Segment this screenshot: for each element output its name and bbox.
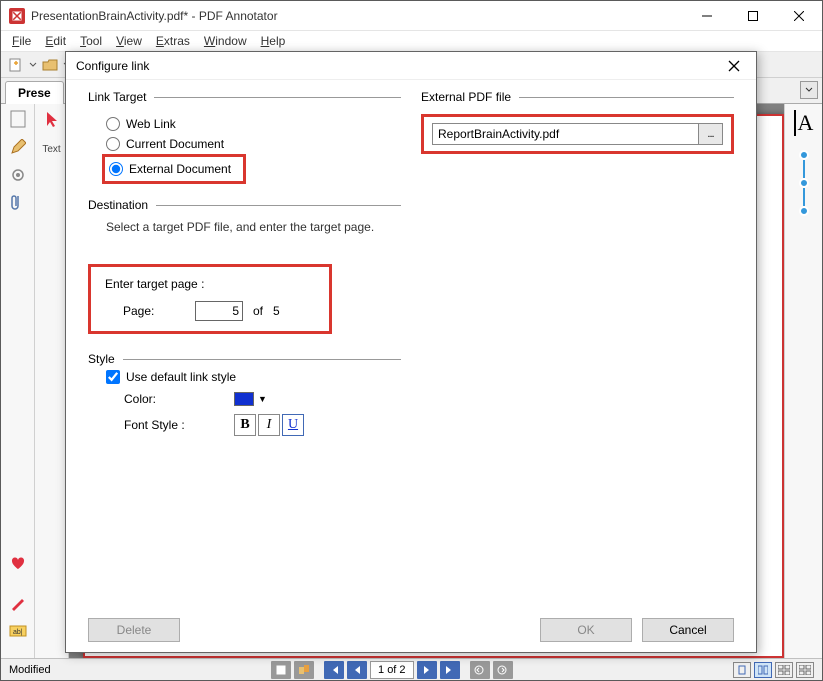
statusbar: Modified: [1, 658, 822, 680]
prev-page-button[interactable]: [347, 661, 367, 679]
external-file-group: External PDF file: [421, 90, 734, 104]
window-title: PresentationBrainActivity.pdf* - PDF Ann…: [31, 9, 684, 23]
radio-current-document[interactable]: Current Document: [88, 134, 401, 154]
menu-tool[interactable]: Tool: [73, 32, 109, 50]
ok-button[interactable]: OK: [540, 618, 632, 642]
menu-view[interactable]: View: [109, 32, 149, 50]
browse-button[interactable]: ...: [699, 123, 723, 145]
page-navigator: [51, 661, 733, 679]
page-label: Page:: [105, 304, 185, 318]
chevron-down-icon[interactable]: ▼: [258, 394, 267, 404]
thumbnail-icon[interactable]: [271, 661, 291, 679]
color-label: Color:: [124, 392, 234, 406]
menu-window[interactable]: Window: [197, 32, 254, 50]
delete-button[interactable]: Delete: [88, 618, 180, 642]
view-continuous-button[interactable]: [754, 662, 772, 678]
target-page-group: Enter target page : Page: of 5: [88, 264, 332, 334]
menu-help[interactable]: Help: [254, 32, 293, 50]
chevron-down-icon[interactable]: [29, 61, 37, 69]
svg-text:ab|: ab|: [13, 629, 23, 636]
view-single-button[interactable]: [733, 662, 751, 678]
link-target-group: Link Target: [88, 90, 401, 104]
maximize-button[interactable]: [730, 1, 776, 31]
app-icon: [9, 8, 25, 24]
right-toolbar: A: [784, 104, 822, 658]
heart-icon[interactable]: [7, 552, 29, 574]
attachment-icon[interactable]: [7, 192, 29, 214]
connector-widget[interactable]: [799, 150, 809, 216]
gear-icon[interactable]: [7, 164, 29, 186]
document-tab[interactable]: Prese: [5, 81, 64, 104]
nav-back-button[interactable]: [470, 661, 490, 679]
pages-icon[interactable]: [294, 661, 314, 679]
radio-web-link[interactable]: Web Link: [88, 114, 401, 134]
text-field-icon[interactable]: ab|: [7, 620, 29, 642]
dialog-title: Configure link: [76, 59, 722, 73]
menu-file[interactable]: File: [5, 32, 38, 50]
destination-group: Destination: [88, 198, 401, 212]
page-number-input[interactable]: [370, 661, 414, 679]
target-page-input[interactable]: [195, 301, 243, 321]
menu-edit[interactable]: Edit: [38, 32, 73, 50]
page-total: 5: [273, 304, 280, 318]
titlebar: PresentationBrainActivity.pdf* - PDF Ann…: [1, 1, 822, 31]
bold-button[interactable]: B: [234, 414, 256, 436]
left-toolbar-secondary: Text: [35, 104, 69, 658]
view-two-page-button[interactable]: [775, 662, 793, 678]
edit-pencil-icon[interactable]: [7, 592, 29, 614]
status-modified: Modified: [9, 664, 51, 676]
destination-hint: Select a target PDF file, and enter the …: [88, 212, 401, 234]
menu-extras[interactable]: Extras: [149, 32, 197, 50]
last-page-button[interactable]: [440, 661, 460, 679]
font-style-label: Font Style :: [124, 418, 234, 432]
use-default-style-checkbox[interactable]: Use default link style: [88, 366, 401, 388]
underline-button[interactable]: U: [282, 414, 304, 436]
style-group: Style: [88, 352, 401, 366]
color-swatch[interactable]: [234, 392, 254, 406]
view-grid-button[interactable]: [796, 662, 814, 678]
external-file-input[interactable]: [432, 123, 699, 145]
page-icon[interactable]: [7, 108, 29, 130]
font-preview-glyph[interactable]: A: [794, 110, 814, 136]
first-page-button[interactable]: [324, 661, 344, 679]
new-doc-icon[interactable]: [5, 54, 27, 76]
menubar: File Edit Tool View Extras Window Help: [1, 31, 822, 52]
text-tool-label: Text: [42, 144, 60, 155]
cancel-button[interactable]: Cancel: [642, 618, 734, 642]
open-folder-icon[interactable]: [39, 54, 61, 76]
tab-menu-button[interactable]: [800, 81, 818, 99]
left-toolbar-primary: ab|: [1, 104, 35, 658]
dialog-close-button[interactable]: [722, 54, 746, 78]
minimize-button[interactable]: [684, 1, 730, 31]
close-window-button[interactable]: [776, 1, 822, 31]
radio-external-document[interactable]: External Document: [109, 159, 239, 179]
pencil-icon[interactable]: [7, 136, 29, 158]
nav-forward-button[interactable]: [493, 661, 513, 679]
italic-button[interactable]: I: [258, 414, 280, 436]
next-page-button[interactable]: [417, 661, 437, 679]
cursor-icon[interactable]: [41, 108, 63, 130]
configure-link-dialog: Configure link Link Target Web Link Curr…: [65, 51, 757, 653]
